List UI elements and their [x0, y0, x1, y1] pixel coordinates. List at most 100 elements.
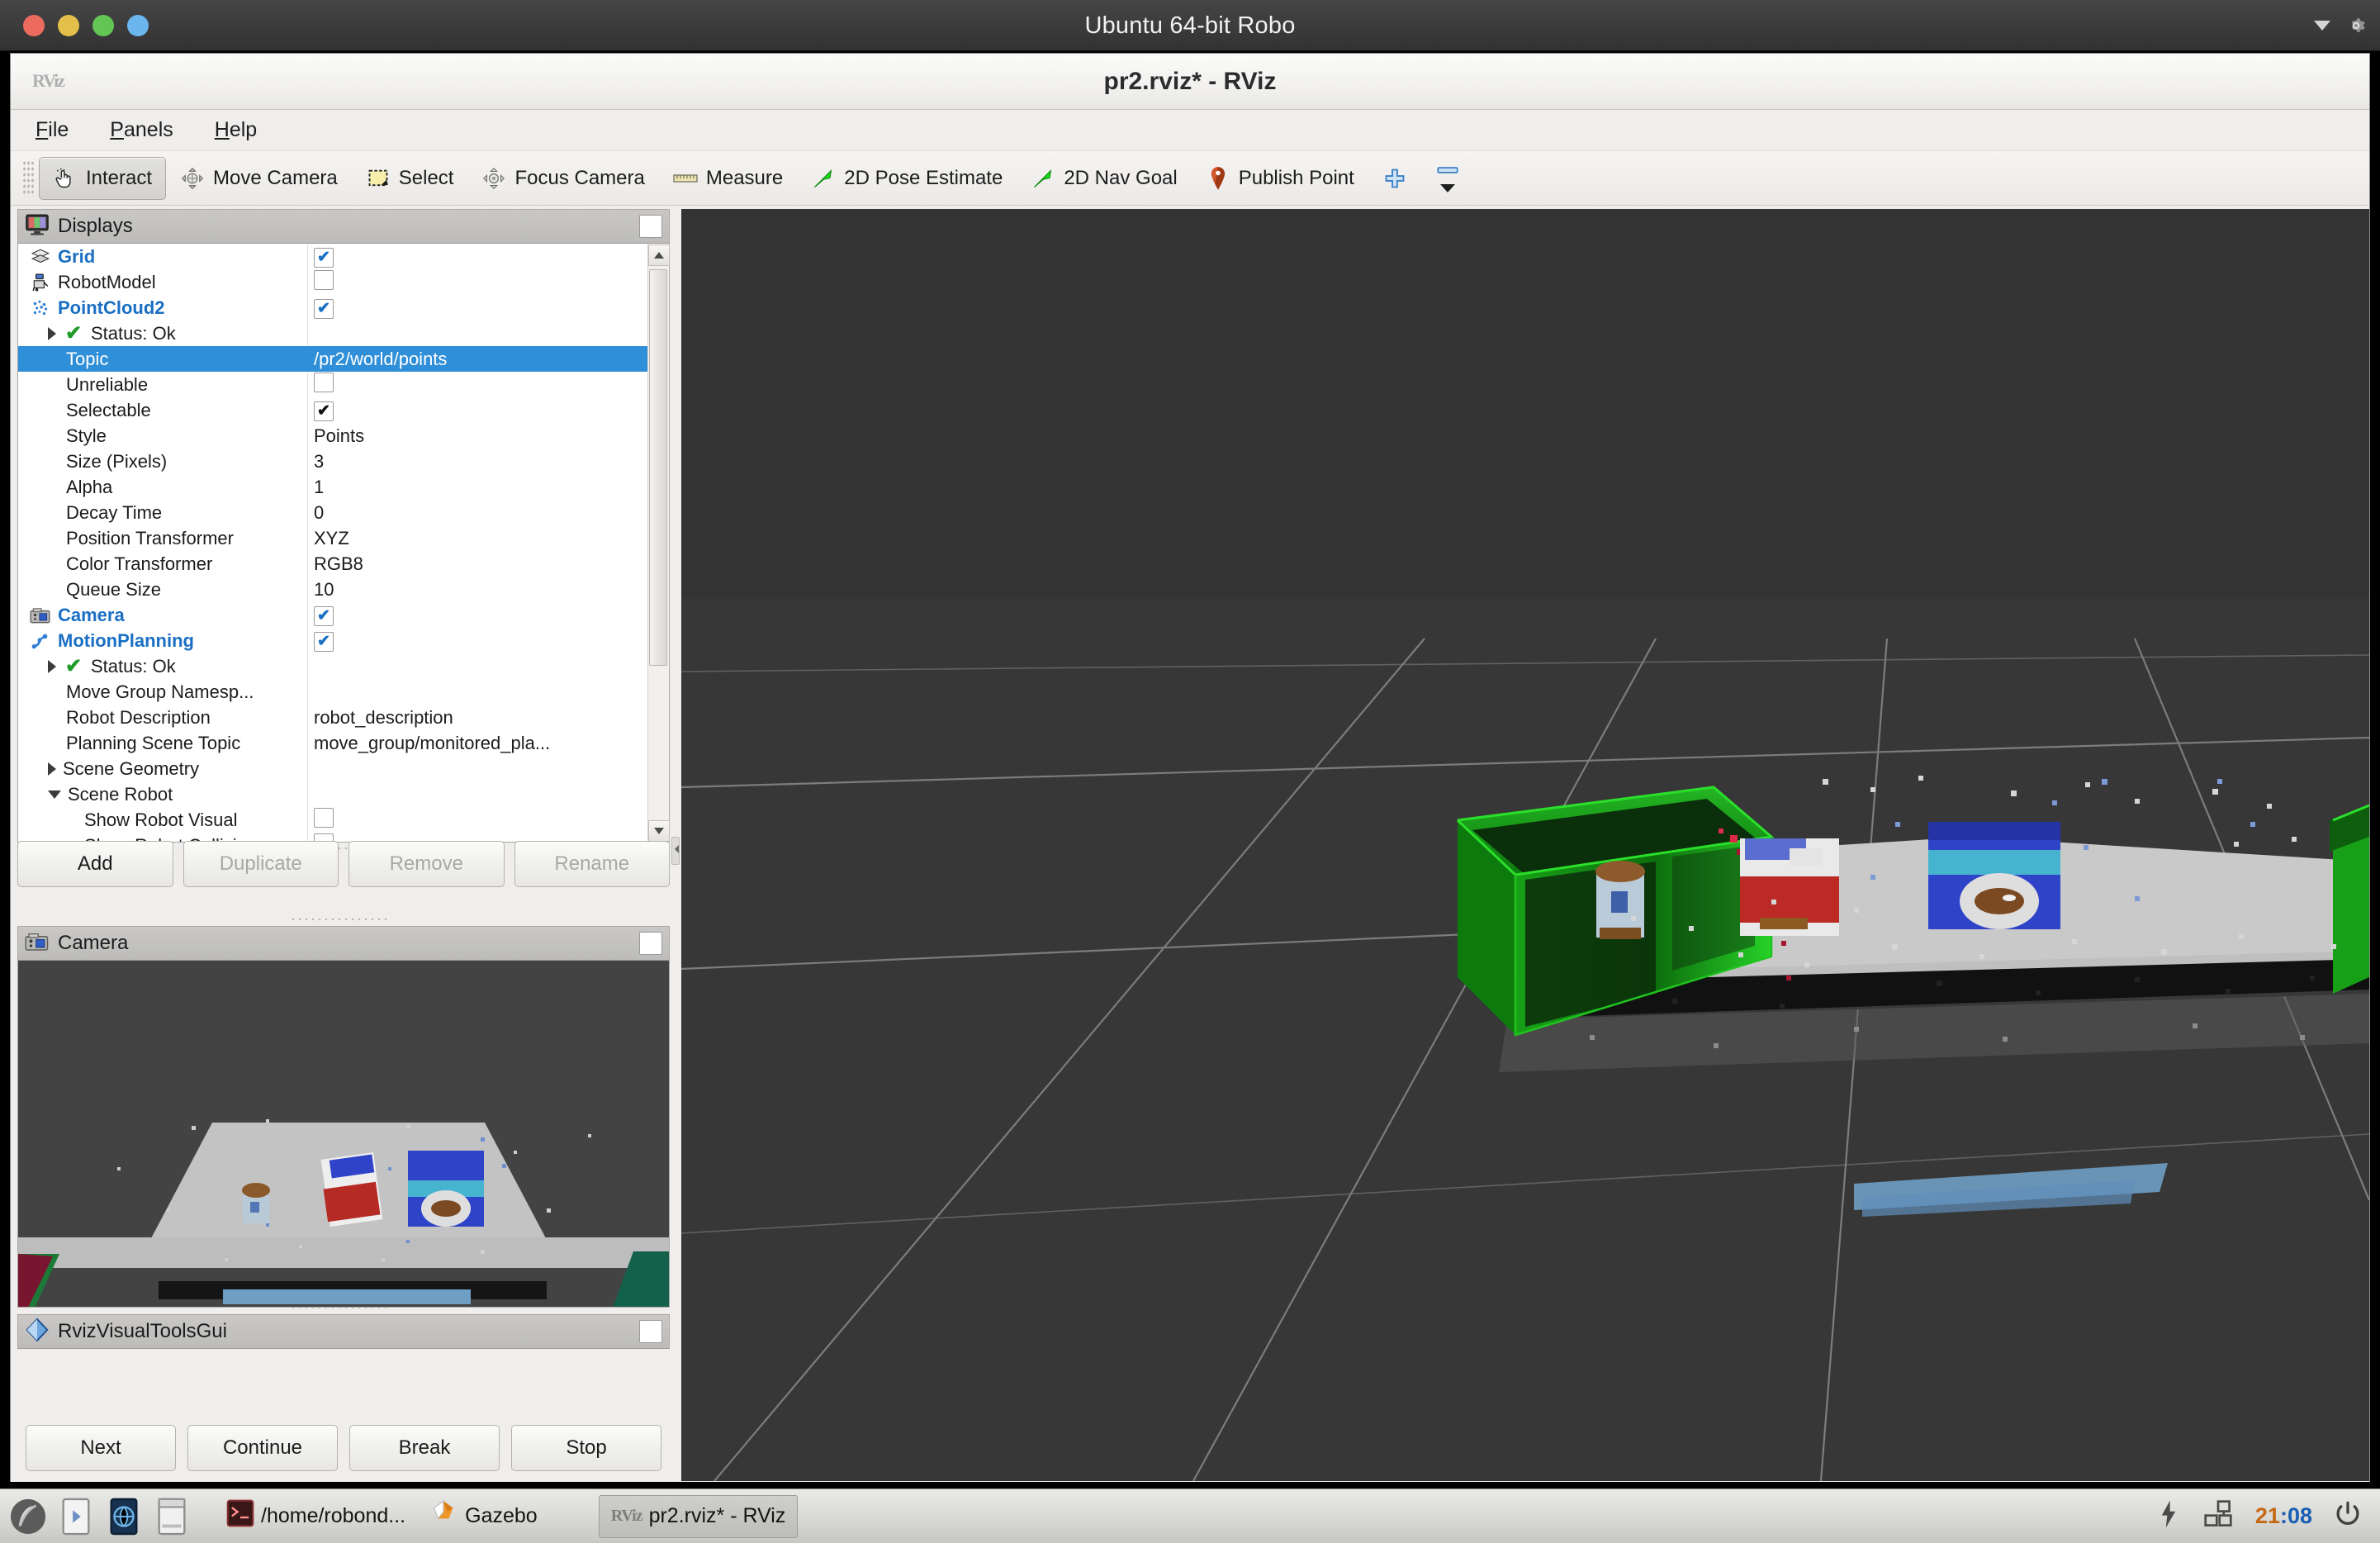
tree-row-value-cell[interactable]: ✔ [307, 629, 669, 652]
rename-display-button[interactable]: Rename [514, 841, 671, 887]
tree-row-value-cell[interactable] [307, 808, 669, 833]
tree-row-value-cell[interactable]: /pr2/world/points [307, 349, 669, 370]
toolbar-grip[interactable] [22, 160, 34, 197]
checkbox[interactable]: ✔ [314, 401, 334, 421]
stop-button[interactable]: Stop [511, 1425, 661, 1471]
taskbar-item-rviz[interactable]: RViz pr2.rviz* - RViz [599, 1495, 799, 1538]
tree-row-value-cell[interactable]: Points [307, 425, 669, 447]
displays-tree-row[interactable]: RobotModel [18, 269, 669, 295]
tree-row-value-cell[interactable]: RGB8 [307, 553, 669, 575]
tree-row-value-cell[interactable]: 10 [307, 579, 669, 601]
displays-panel-float-button[interactable] [639, 215, 662, 238]
tree-row-value-cell[interactable] [307, 373, 669, 397]
displays-tree-scrollbar[interactable] [647, 245, 669, 842]
scrollbar-thumb[interactable] [649, 269, 667, 666]
tree-row-value-cell[interactable]: 3 [307, 451, 669, 472]
displays-tree-row[interactable]: Grid✔ [18, 244, 669, 269]
rvt-panel-resize-grip[interactable] [290, 1304, 389, 1311]
tool-interact-button[interactable]: Interact [39, 157, 166, 200]
tool-2d-pose-estimate-button[interactable]: 2D Pose Estimate [797, 157, 1017, 200]
expander-collapsed-icon[interactable] [48, 327, 56, 340]
tool-focus-camera-button[interactable]: Focus Camera [467, 157, 658, 200]
tree-row-value-cell[interactable]: ✔ [307, 245, 669, 268]
chevron-down-icon[interactable] [1440, 184, 1455, 192]
bolt-icon[interactable] [2156, 1499, 2181, 1533]
break-button[interactable]: Break [349, 1425, 500, 1471]
rvt-panel-float-button[interactable] [639, 1320, 662, 1343]
tool-select-button[interactable]: Select [352, 157, 468, 200]
tool-measure-button[interactable]: Measure [659, 157, 797, 200]
taskbar-item-gazebo[interactable]: Gazebo [417, 1495, 549, 1538]
camera-preview-view[interactable] [17, 961, 670, 1308]
displays-tree-row[interactable]: Unreliable [18, 372, 669, 397]
checkbox[interactable] [314, 808, 334, 828]
menu-file[interactable]: File [29, 116, 75, 145]
scroll-down-arrow-icon[interactable] [648, 820, 670, 842]
splitter-collapse-handle[interactable] [671, 837, 680, 865]
globe-icon[interactable] [104, 1497, 144, 1536]
clock[interactable]: 21:08 [2255, 1503, 2312, 1529]
checkbox[interactable]: ✔ [314, 299, 334, 319]
next-button[interactable]: Next [26, 1425, 176, 1471]
menu-panels[interactable]: Panels [103, 116, 179, 145]
scroll-up-arrow-icon[interactable] [648, 245, 670, 266]
displays-tree-row[interactable]: Camera✔ [18, 602, 669, 628]
displays-tree-row[interactable]: Show Robot Visual [18, 807, 669, 833]
power-icon[interactable] [2334, 1500, 2362, 1532]
displays-tree-row[interactable]: Planning Scene Topicmove_group/monitored… [18, 730, 669, 756]
menu-help[interactable]: Help [208, 116, 263, 145]
tree-row-value-cell[interactable]: 0 [307, 502, 669, 524]
displays-tree-row[interactable]: StylePoints [18, 423, 669, 449]
displays-tree-row[interactable]: Robot Descriptionrobot_description [18, 705, 669, 730]
tool-add-button[interactable] [1368, 157, 1421, 200]
checkbox[interactable]: ✔ [314, 248, 334, 268]
tree-row-value-cell[interactable]: ✔ [307, 399, 669, 421]
expander-collapsed-icon[interactable] [48, 660, 56, 673]
tree-row-value-cell[interactable]: ✔ [307, 604, 669, 626]
displays-tree-row[interactable]: ✔Status: Ok [18, 320, 669, 346]
displays-tree-row[interactable]: Queue Size10 [18, 577, 669, 602]
displays-tree-row[interactable]: Color TransformerRGB8 [18, 551, 669, 577]
expander-expanded-icon[interactable] [48, 790, 61, 799]
triangle-down-icon[interactable] [2314, 21, 2330, 31]
network-icon[interactable] [2202, 1500, 2234, 1532]
displays-tree-row[interactable]: Selectable✔ [18, 397, 669, 423]
tree-row-value-cell[interactable]: robot_description [307, 707, 669, 729]
checkbox[interactable]: ✔ [314, 606, 334, 626]
dock-splitter[interactable] [670, 209, 681, 1479]
gear-icon[interactable] [2345, 15, 2367, 36]
tool-move-camera-button[interactable]: Move Camera [166, 157, 352, 200]
displays-tree-row[interactable]: ✔Status: Ok [18, 653, 669, 679]
displays-tree-row[interactable]: Move Group Namesp... [18, 679, 669, 705]
camera-panel-float-button[interactable] [639, 932, 662, 955]
window-icon[interactable] [152, 1497, 192, 1536]
tool-remove-button[interactable] [1421, 157, 1474, 200]
displays-tree-row[interactable]: Topic/pr2/world/points [18, 346, 669, 372]
checkbox[interactable] [314, 373, 334, 392]
files-icon[interactable] [56, 1497, 96, 1536]
ubuntu-logo-icon[interactable] [8, 1497, 48, 1536]
continue-button[interactable]: Continue [187, 1425, 338, 1471]
displays-tree-row[interactable]: Size (Pixels)3 [18, 449, 669, 474]
tree-row-value-cell[interactable]: 1 [307, 477, 669, 498]
camera-panel-resize-grip[interactable] [290, 916, 389, 923]
displays-tree-row[interactable]: PointCloud2✔ [18, 295, 669, 320]
displays-tree-row[interactable]: Position TransformerXYZ [18, 525, 669, 551]
tool-2d-nav-goal-button[interactable]: 2D Nav Goal [1017, 157, 1191, 200]
3d-viewport[interactable] [681, 209, 2369, 1481]
tree-row-value-cell[interactable]: XYZ [307, 528, 669, 549]
add-display-button[interactable]: Add [17, 841, 173, 887]
displays-tree-row[interactable]: Decay Time0 [18, 500, 669, 525]
displays-tree-row[interactable]: Alpha1 [18, 474, 669, 500]
displays-tree-row[interactable]: Scene Robot [18, 781, 669, 807]
duplicate-display-button[interactable]: Duplicate [183, 841, 339, 887]
tree-row-value-cell[interactable]: ✔ [307, 297, 669, 319]
tree-row-value-cell[interactable]: move_group/monitored_pla... [307, 733, 669, 754]
expander-collapsed-icon[interactable] [48, 762, 56, 776]
tree-row-value-cell[interactable] [307, 270, 669, 295]
tool-publish-point-button[interactable]: Publish Point [1192, 157, 1368, 200]
taskbar-item-terminal[interactable]: /home/robond... [215, 1495, 417, 1538]
displays-tree-row[interactable]: MotionPlanning✔ [18, 628, 669, 653]
checkbox[interactable]: ✔ [314, 632, 334, 652]
checkbox[interactable] [314, 270, 334, 290]
